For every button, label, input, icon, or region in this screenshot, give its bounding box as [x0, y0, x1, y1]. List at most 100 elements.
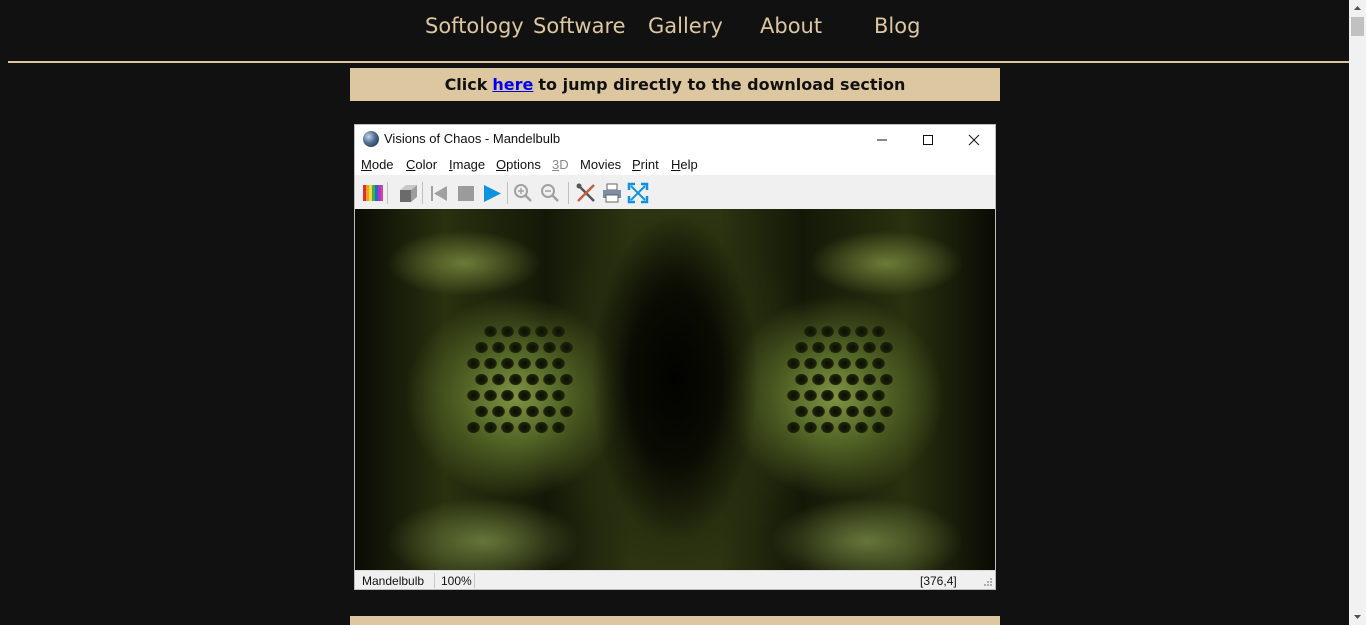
- menu-image[interactable]: Image: [449, 157, 485, 172]
- fractal-pore: [560, 406, 573, 417]
- fractal-pore: [535, 422, 548, 433]
- fractal-pore: [467, 390, 480, 401]
- fractal-pore: [526, 342, 539, 353]
- fractal-pore: [795, 406, 808, 417]
- fullscreen-button[interactable]: [627, 182, 649, 204]
- fractal-pore: [492, 406, 505, 417]
- fractal-render-canvas[interactable]: [355, 209, 995, 570]
- menu-options[interactable]: Options: [496, 157, 541, 172]
- fractal-pore: [509, 406, 522, 417]
- fractal-pore: [518, 422, 531, 433]
- nav-link-gallery[interactable]: Gallery: [648, 14, 723, 38]
- zoom-out-button[interactable]: [539, 182, 561, 204]
- menu-movies[interactable]: Movies: [580, 157, 621, 172]
- download-link[interactable]: here: [492, 75, 533, 94]
- fractal-pore: [821, 390, 834, 401]
- scroll-down-button[interactable]: [1349, 608, 1366, 625]
- fractal-pore: [880, 374, 893, 385]
- fractal-pore: [535, 358, 548, 369]
- fractal-pore: [501, 358, 514, 369]
- fractal-pore: [501, 326, 514, 337]
- menu-3d[interactable]: 3D: [552, 157, 569, 172]
- fractal-pore: [543, 342, 556, 353]
- fractal-pore: [863, 406, 876, 417]
- nav-link-software[interactable]: Software: [533, 14, 626, 38]
- page-scrollbar[interactable]: [1349, 0, 1366, 625]
- arrow-up-icon: [1354, 6, 1361, 10]
- menu-color[interactable]: Color: [406, 157, 437, 172]
- fractal-pore: [838, 358, 851, 369]
- scroll-up-button[interactable]: [1349, 0, 1366, 17]
- top-nav: Softology Software Gallery About Blog: [0, 0, 1349, 63]
- print-button[interactable]: [601, 182, 623, 204]
- menu-print[interactable]: Print: [632, 157, 659, 172]
- fractal-pore: [829, 374, 842, 385]
- fractal-pore: [475, 406, 488, 417]
- zoom-out-icon: [541, 184, 559, 202]
- nav-link-blog[interactable]: Blog: [874, 14, 920, 38]
- nav-link-softology[interactable]: Softology: [425, 14, 524, 38]
- fractal-pore: [543, 374, 556, 385]
- toolbar-separator: [568, 182, 569, 204]
- print-icon: [603, 183, 621, 203]
- nav-link-about[interactable]: About: [760, 14, 822, 38]
- tools-icon: [576, 183, 595, 202]
- fractal-pore: [787, 422, 800, 433]
- fractal-pore: [838, 326, 851, 337]
- fractal-pore: [829, 342, 842, 353]
- arrow-down-icon: [1354, 615, 1361, 619]
- minimize-icon: [877, 139, 887, 141]
- fractal-pore: [812, 374, 825, 385]
- settings-button[interactable]: [575, 182, 597, 204]
- fractal-pore: [484, 422, 497, 433]
- download-banner: Click here to jump directly to the downl…: [350, 68, 1000, 101]
- resize-grip-icon[interactable]: [983, 577, 993, 587]
- fractal-pore: [501, 390, 514, 401]
- fractal-pore: [552, 390, 565, 401]
- close-icon: [968, 134, 980, 146]
- status-coords: [376,4]: [920, 574, 957, 588]
- 3d-button[interactable]: [397, 182, 419, 204]
- app-window: Visions of Chaos - Mandelbulb Mode Color…: [354, 124, 996, 590]
- banner-prefix: Click: [444, 75, 488, 94]
- menu-help[interactable]: Help: [671, 157, 698, 172]
- banner-suffix: to jump directly to the download section: [538, 75, 906, 94]
- fractal-pore: [467, 358, 480, 369]
- maximize-button[interactable]: [905, 125, 951, 154]
- toolbar: [355, 175, 995, 209]
- fractal-pore: [509, 374, 522, 385]
- palette-button[interactable]: [362, 182, 384, 204]
- fractal-pore: [552, 326, 565, 337]
- fractal-pore: [560, 374, 573, 385]
- fractal-pore: [846, 406, 859, 417]
- fractal-pore: [821, 422, 834, 433]
- fractal-pore: [560, 342, 573, 353]
- fractal-pore: [855, 358, 868, 369]
- fractal-pore: [552, 358, 565, 369]
- stop-button[interactable]: [455, 182, 477, 204]
- next-section-banner: [350, 616, 1000, 625]
- fractal-pore: [804, 390, 817, 401]
- zoom-in-button[interactable]: [512, 182, 534, 204]
- menu-mode[interactable]: Mode: [361, 157, 394, 172]
- fractal-pore: [484, 390, 497, 401]
- nav-divider: [8, 61, 1349, 63]
- fractal-pore: [812, 342, 825, 353]
- fractal-pore: [787, 358, 800, 369]
- fractal-pore: [804, 358, 817, 369]
- fractal-pore: [509, 342, 522, 353]
- fractal-pore: [829, 406, 842, 417]
- status-divider: [434, 573, 435, 588]
- fractal-pore: [863, 374, 876, 385]
- minimize-button[interactable]: [859, 125, 905, 154]
- status-divider: [474, 573, 475, 588]
- restart-button[interactable]: [428, 182, 450, 204]
- scrollbar-thumb[interactable]: [1351, 17, 1364, 36]
- window-title: Visions of Chaos - Mandelbulb: [384, 131, 561, 146]
- toolbar-separator: [507, 182, 508, 204]
- toolbar-separator: [422, 182, 423, 204]
- close-button[interactable]: [951, 125, 997, 154]
- play-button[interactable]: [481, 182, 503, 204]
- fractal-pore: [812, 406, 825, 417]
- fractal-pore: [880, 406, 893, 417]
